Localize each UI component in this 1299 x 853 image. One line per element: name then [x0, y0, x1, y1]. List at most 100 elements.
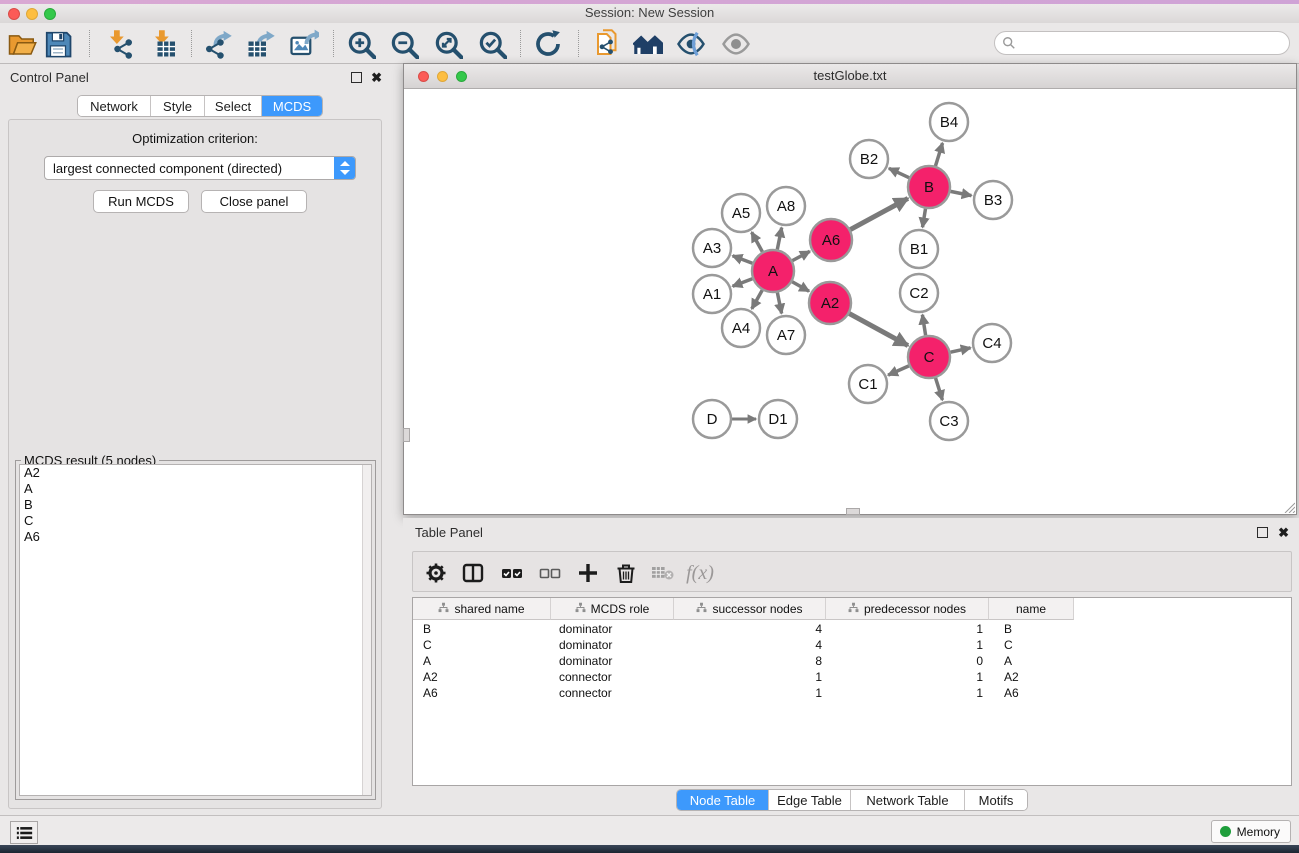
export-image-icon[interactable]: [287, 27, 321, 61]
node-C4[interactable]: C4: [973, 324, 1011, 362]
deselect-all-icon[interactable]: [535, 558, 565, 588]
tab-network[interactable]: Network: [78, 96, 151, 116]
gear-icon[interactable]: [421, 558, 451, 588]
edge-B-B1[interactable]: [923, 209, 926, 228]
column-header-successor-nodes[interactable]: successor nodes: [674, 598, 826, 620]
export-table-icon[interactable]: [244, 27, 278, 61]
run-mcds-button[interactable]: Run MCDS: [93, 190, 189, 213]
vertical-scroll-grip[interactable]: [403, 428, 410, 442]
node-B1[interactable]: B1: [900, 230, 938, 268]
edge-B-B2[interactable]: [889, 168, 909, 177]
edge-C-C4[interactable]: [950, 348, 970, 352]
search-input[interactable]: [1020, 36, 1289, 50]
edge-B-B3[interactable]: [951, 191, 972, 195]
column-header-mcds-role[interactable]: MCDS role: [551, 598, 674, 620]
import-table-icon[interactable]: [148, 27, 182, 61]
node-B2[interactable]: B2: [850, 140, 888, 178]
tab-network-table[interactable]: Network Table: [851, 790, 965, 810]
add-column-icon[interactable]: [573, 558, 603, 588]
node-A8[interactable]: A8: [767, 187, 805, 225]
edge-A-A4[interactable]: [752, 290, 762, 309]
node-A[interactable]: A: [752, 250, 794, 292]
close-panel-icon[interactable]: ✖: [371, 72, 382, 83]
node-C1[interactable]: C1: [849, 365, 887, 403]
refresh-icon[interactable]: [531, 27, 565, 61]
column-header-shared-name[interactable]: shared name: [413, 598, 551, 620]
tab-mcds[interactable]: MCDS: [262, 96, 322, 116]
edge-A-A2[interactable]: [792, 282, 809, 291]
tab-select[interactable]: Select: [205, 96, 262, 116]
node-A7[interactable]: A7: [767, 316, 805, 354]
tab-motifs[interactable]: Motifs: [965, 790, 1027, 810]
node-B4[interactable]: B4: [930, 103, 968, 141]
network-doc-icon[interactable]: [591, 27, 625, 61]
edge-A-A8[interactable]: [777, 228, 781, 250]
table-row[interactable]: A2connector11A2: [413, 669, 1291, 685]
edge-A2-C[interactable]: [849, 314, 908, 346]
select-all-icon[interactable]: [497, 558, 527, 588]
network-window-titlebar[interactable]: testGlobe.txt: [404, 64, 1296, 89]
result-list-item[interactable]: C: [20, 513, 371, 529]
tab-node-table[interactable]: Node Table: [677, 790, 769, 810]
result-list-item[interactable]: B: [20, 497, 371, 513]
node-D[interactable]: D: [693, 400, 731, 438]
zoom-fit-icon[interactable]: [431, 27, 465, 61]
node-A2[interactable]: A2: [809, 282, 851, 324]
table-float-panel-icon[interactable]: [1257, 527, 1268, 538]
edge-A-A1[interactable]: [733, 279, 753, 286]
resize-grip-icon[interactable]: [1282, 500, 1295, 513]
node-B3[interactable]: B3: [974, 181, 1012, 219]
node-A5[interactable]: A5: [722, 194, 760, 232]
node-A3[interactable]: A3: [693, 229, 731, 267]
node-A6[interactable]: A6: [810, 219, 852, 261]
table-row[interactable]: A6connector11A6: [413, 685, 1291, 701]
result-list-scrollbar[interactable]: [362, 465, 371, 795]
column-header-predecessor-nodes[interactable]: predecessor nodes: [826, 598, 989, 620]
edge-A-A6[interactable]: [792, 251, 809, 260]
memory-button[interactable]: Memory: [1211, 820, 1291, 843]
zoom-selected-icon[interactable]: [475, 27, 509, 61]
tab-edge-table[interactable]: Edge Table: [769, 790, 851, 810]
close-panel-button[interactable]: Close panel: [201, 190, 307, 213]
hide-show-icon[interactable]: [674, 27, 708, 61]
tab-style[interactable]: Style: [151, 96, 205, 116]
column-header-name[interactable]: name: [989, 598, 1074, 620]
delete-column-icon[interactable]: [611, 558, 641, 588]
edge-C-C2[interactable]: [922, 315, 925, 336]
import-network-icon[interactable]: [103, 27, 137, 61]
criterion-dropdown[interactable]: largest connected component (directed): [44, 156, 356, 180]
task-history-button[interactable]: [10, 821, 38, 844]
export-network-icon[interactable]: [201, 27, 235, 61]
save-icon[interactable]: [41, 27, 75, 61]
node-D1[interactable]: D1: [759, 400, 797, 438]
search-field[interactable]: [994, 31, 1290, 55]
result-list-item[interactable]: A2: [20, 465, 371, 481]
columns-icon[interactable]: [458, 558, 488, 588]
edge-B-B4[interactable]: [935, 143, 942, 166]
edge-A-A3[interactable]: [733, 256, 753, 263]
edge-C-C3[interactable]: [936, 378, 943, 400]
float-panel-icon[interactable]: [351, 72, 362, 83]
node-C2[interactable]: C2: [900, 274, 938, 312]
zoom-out-icon[interactable]: [387, 27, 421, 61]
edge-C-C1[interactable]: [888, 366, 909, 375]
table-close-panel-icon[interactable]: ✖: [1278, 527, 1289, 538]
home-icon[interactable]: [631, 27, 665, 61]
open-file-icon[interactable]: [5, 27, 39, 61]
node-C3[interactable]: C3: [930, 402, 968, 440]
table-row[interactable]: Bdominator41B: [413, 621, 1291, 637]
node-C[interactable]: C: [908, 336, 950, 378]
edge-A-A7[interactable]: [777, 293, 781, 314]
zoom-in-icon[interactable]: [344, 27, 378, 61]
horizontal-scroll-grip[interactable]: [846, 508, 860, 515]
edge-A6-B[interactable]: [850, 198, 908, 229]
table-row[interactable]: Cdominator41C: [413, 637, 1291, 653]
node-A4[interactable]: A4: [722, 309, 760, 347]
result-list-item[interactable]: A6: [20, 529, 371, 545]
edge-A-A5[interactable]: [752, 232, 763, 251]
result-list-item[interactable]: A: [20, 481, 371, 497]
node-A1[interactable]: A1: [693, 275, 731, 313]
network-canvas[interactable]: B4 B2 B B3 A8A5 A6 B1 A3 A C2 A1 A2 A4A7 C4 C C1 C3 D D1: [405, 90, 1295, 514]
node-B[interactable]: B: [908, 166, 950, 208]
delete-table-icon[interactable]: [648, 558, 678, 588]
